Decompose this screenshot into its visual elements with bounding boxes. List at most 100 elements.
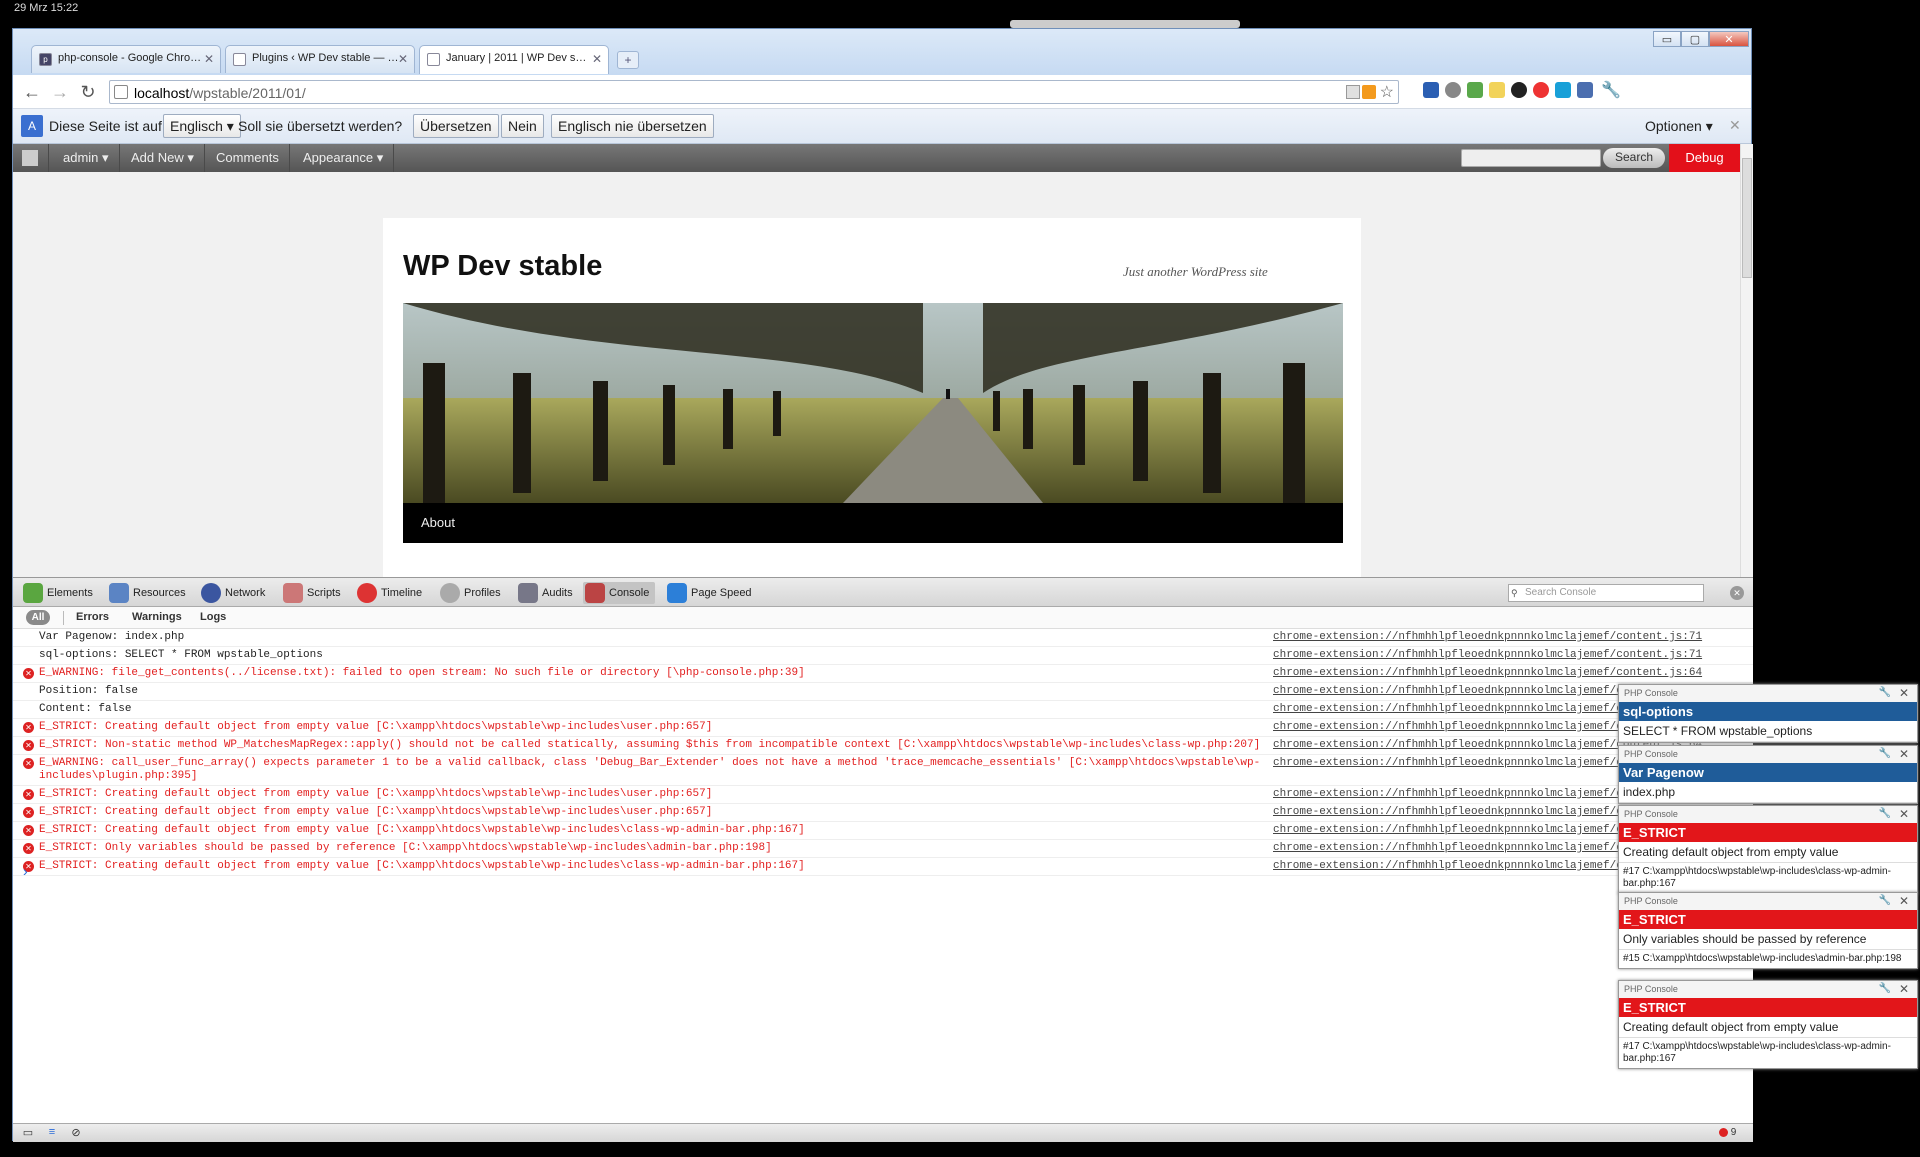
php-console-notification[interactable]: PHP Console 🔧 ✕ E_STRICT Creating default ob… xyxy=(1618,805,1918,894)
close-icon[interactable]: ✕ xyxy=(1899,747,1909,761)
error-icon: ✕ xyxy=(23,740,34,751)
options-menu[interactable]: Optionen ▾ xyxy=(1645,118,1713,135)
adminbar-search-button[interactable]: Search xyxy=(1603,148,1666,168)
php-console-notification[interactable]: PHP Console 🔧 ✕ E_STRICT Creating default ob… xyxy=(1618,980,1918,1069)
close-icon[interactable]: ✕ xyxy=(1899,894,1909,908)
maximize-button[interactable]: ▢ xyxy=(1681,31,1709,47)
adminbar-item-admin[interactable]: admin ▾ xyxy=(53,144,120,172)
wrench-icon[interactable]: 🔧 xyxy=(1879,808,1891,819)
source-link[interactable]: chrome-extension://nfhmhhlpfleoednkpnnnk… xyxy=(1273,667,1733,680)
reload-icon[interactable]: ↻ xyxy=(77,82,99,102)
close-icon[interactable]: ✕ xyxy=(1899,686,1909,700)
filter-warnings[interactable]: Warnings xyxy=(132,611,182,623)
no-button[interactable]: Nein xyxy=(501,114,544,138)
console-message: sql-options: SELECT * FROM wpstable_opti… xyxy=(13,647,1753,665)
page-action-icon[interactable] xyxy=(1346,85,1360,99)
tab-close-icon[interactable]: ✕ xyxy=(204,52,214,66)
network-icon xyxy=(201,583,221,603)
tab-php-console[interactable]: p php-console - Google Chro… ✕ xyxy=(31,45,221,73)
wrench-icon[interactable]: 🔧 xyxy=(1879,983,1891,994)
gear-extension-icon[interactable] xyxy=(1445,82,1461,98)
console-drawer-icon[interactable]: ≡ xyxy=(43,1126,61,1140)
tab-console[interactable]: Console xyxy=(583,582,656,604)
error-icon: ✕ xyxy=(23,843,34,854)
tab-resources[interactable]: Resources xyxy=(107,582,186,604)
tab-scripts[interactable]: Scripts xyxy=(281,582,341,604)
page-scrollbar[interactable] xyxy=(1740,144,1753,577)
error-icon: ✕ xyxy=(23,668,34,679)
translate-icon: A xyxy=(21,115,43,137)
address-bar[interactable]: localhost/wpstable/2011/01/ ☆ xyxy=(109,80,1399,104)
wrench-icon[interactable]: 🔧 xyxy=(1879,687,1891,698)
back-arrow-icon[interactable]: ← xyxy=(21,82,43,102)
close-window-button[interactable]: ✕ xyxy=(1709,31,1749,47)
wrench-icon[interactable]: 🔧 xyxy=(1879,748,1891,759)
source-link[interactable]: chrome-extension://nfhmhhlpfleoednkpnnnk… xyxy=(1273,649,1733,662)
php-console-notification[interactable]: PHP Console 🔧 ✕ E_STRICT Only variables shou… xyxy=(1618,892,1918,969)
translate-button[interactable]: Übersetzen xyxy=(413,114,499,138)
tab-plugins[interactable]: Plugins ‹ WP Dev stable — … ✕ xyxy=(225,45,415,73)
extension-icon-e[interactable] xyxy=(1555,82,1571,98)
tab-january-2011[interactable]: January | 2011 | WP Dev s… ✕ xyxy=(419,45,609,74)
php-console-notification[interactable]: PHP Console 🔧 ✕ Var Pagenow index.php xyxy=(1618,745,1918,804)
elements-icon xyxy=(23,583,43,603)
browser-window: ▭ ▢ ✕ p php-console - Google Chro… ✕ Plu… xyxy=(12,28,1753,1142)
forward-arrow-icon[interactable]: → xyxy=(49,82,71,102)
adminbar-item-add-new[interactable]: Add New ▾ xyxy=(121,144,205,172)
console-search-input[interactable]: Search Console xyxy=(1508,584,1704,602)
php-console-notification[interactable]: PHP Console 🔧 ✕ sql-options SELECT * FROM wp… xyxy=(1618,684,1918,743)
notification-app: PHP Console xyxy=(1624,896,1678,906)
console-message: Content: false chrome-extension://nfhmhhl… xyxy=(13,701,1753,719)
tab-profiles[interactable]: Profiles xyxy=(438,582,501,604)
close-icon[interactable]: ✕ xyxy=(1729,117,1741,134)
wp-page: WP Dev stable Just another WordPress sit… xyxy=(383,218,1361,577)
scrollbar-thumb[interactable] xyxy=(1742,158,1752,278)
filter-errors[interactable]: Errors xyxy=(76,611,109,623)
source-link[interactable]: chrome-extension://nfhmhhlpfleoednkpnnnk… xyxy=(1273,631,1733,644)
wrench-icon[interactable]: 🔧 xyxy=(1879,895,1891,906)
adminbar-search-input[interactable] xyxy=(1461,149,1601,167)
url-path: /wpstable/2011/01/ xyxy=(189,85,306,101)
page-icon xyxy=(114,85,128,99)
php-extension-icon[interactable] xyxy=(1577,82,1593,98)
extension-icon-b[interactable] xyxy=(1467,82,1483,98)
tab-close-icon[interactable]: ✕ xyxy=(398,52,408,66)
message-text: E_WARNING: file_get_contents(../license.… xyxy=(39,667,805,679)
page-viewport: WP Dev stable Just another WordPress sit… xyxy=(13,172,1740,577)
filter-logs[interactable]: Logs xyxy=(200,611,226,623)
clear-icon[interactable]: ⊘ xyxy=(67,1126,85,1140)
devtools-statusbar: ▭ ≡ ⊘ 9 xyxy=(13,1123,1753,1142)
dock-icon[interactable]: ▭ xyxy=(19,1126,37,1140)
tab-close-icon[interactable]: ✕ xyxy=(592,52,602,66)
wrench-icon[interactable]: 🔧 xyxy=(1601,80,1621,99)
tab-label: Page Speed xyxy=(691,587,752,599)
tab-timeline[interactable]: Timeline xyxy=(355,582,422,604)
site-title[interactable]: WP Dev stable xyxy=(403,250,602,283)
minimize-button[interactable]: ▭ xyxy=(1653,31,1681,47)
filter-all[interactable]: All xyxy=(26,610,50,625)
close-icon[interactable]: ✕ xyxy=(1899,982,1909,996)
php-icon: p xyxy=(39,53,52,66)
tab-network[interactable]: Network xyxy=(199,582,265,604)
never-translate-button[interactable]: Englisch nie übersetzen xyxy=(551,114,714,138)
menu-item-about[interactable]: About xyxy=(421,515,455,530)
adminbar-item-comments[interactable]: Comments xyxy=(206,144,290,172)
clear-console-icon[interactable]: ✕ xyxy=(1730,586,1744,600)
extension-icon-a[interactable] xyxy=(1423,82,1439,98)
tab-page-speed[interactable]: Page Speed xyxy=(665,582,752,604)
tab-elements[interactable]: Elements xyxy=(21,582,93,604)
avatar[interactable] xyxy=(13,144,49,172)
close-icon[interactable]: ✕ xyxy=(1899,807,1909,821)
language-select[interactable]: Englisch ▾ xyxy=(163,114,241,138)
console-prompt[interactable]: › xyxy=(23,863,28,879)
pencil-extension-icon[interactable] xyxy=(1489,82,1505,98)
bookmark-star-icon[interactable]: ☆ xyxy=(1380,82,1394,102)
tab-label: Network xyxy=(225,587,266,599)
extension-icon-d[interactable] xyxy=(1533,82,1549,98)
adminbar-item-appearance[interactable]: Appearance ▾ xyxy=(293,144,395,172)
tab-audits[interactable]: Audits xyxy=(516,582,573,604)
new-tab-button[interactable]: + xyxy=(617,51,639,69)
extension-icon-c[interactable] xyxy=(1511,82,1527,98)
debug-button[interactable]: Debug xyxy=(1669,144,1740,172)
rss-icon[interactable] xyxy=(1362,85,1376,99)
